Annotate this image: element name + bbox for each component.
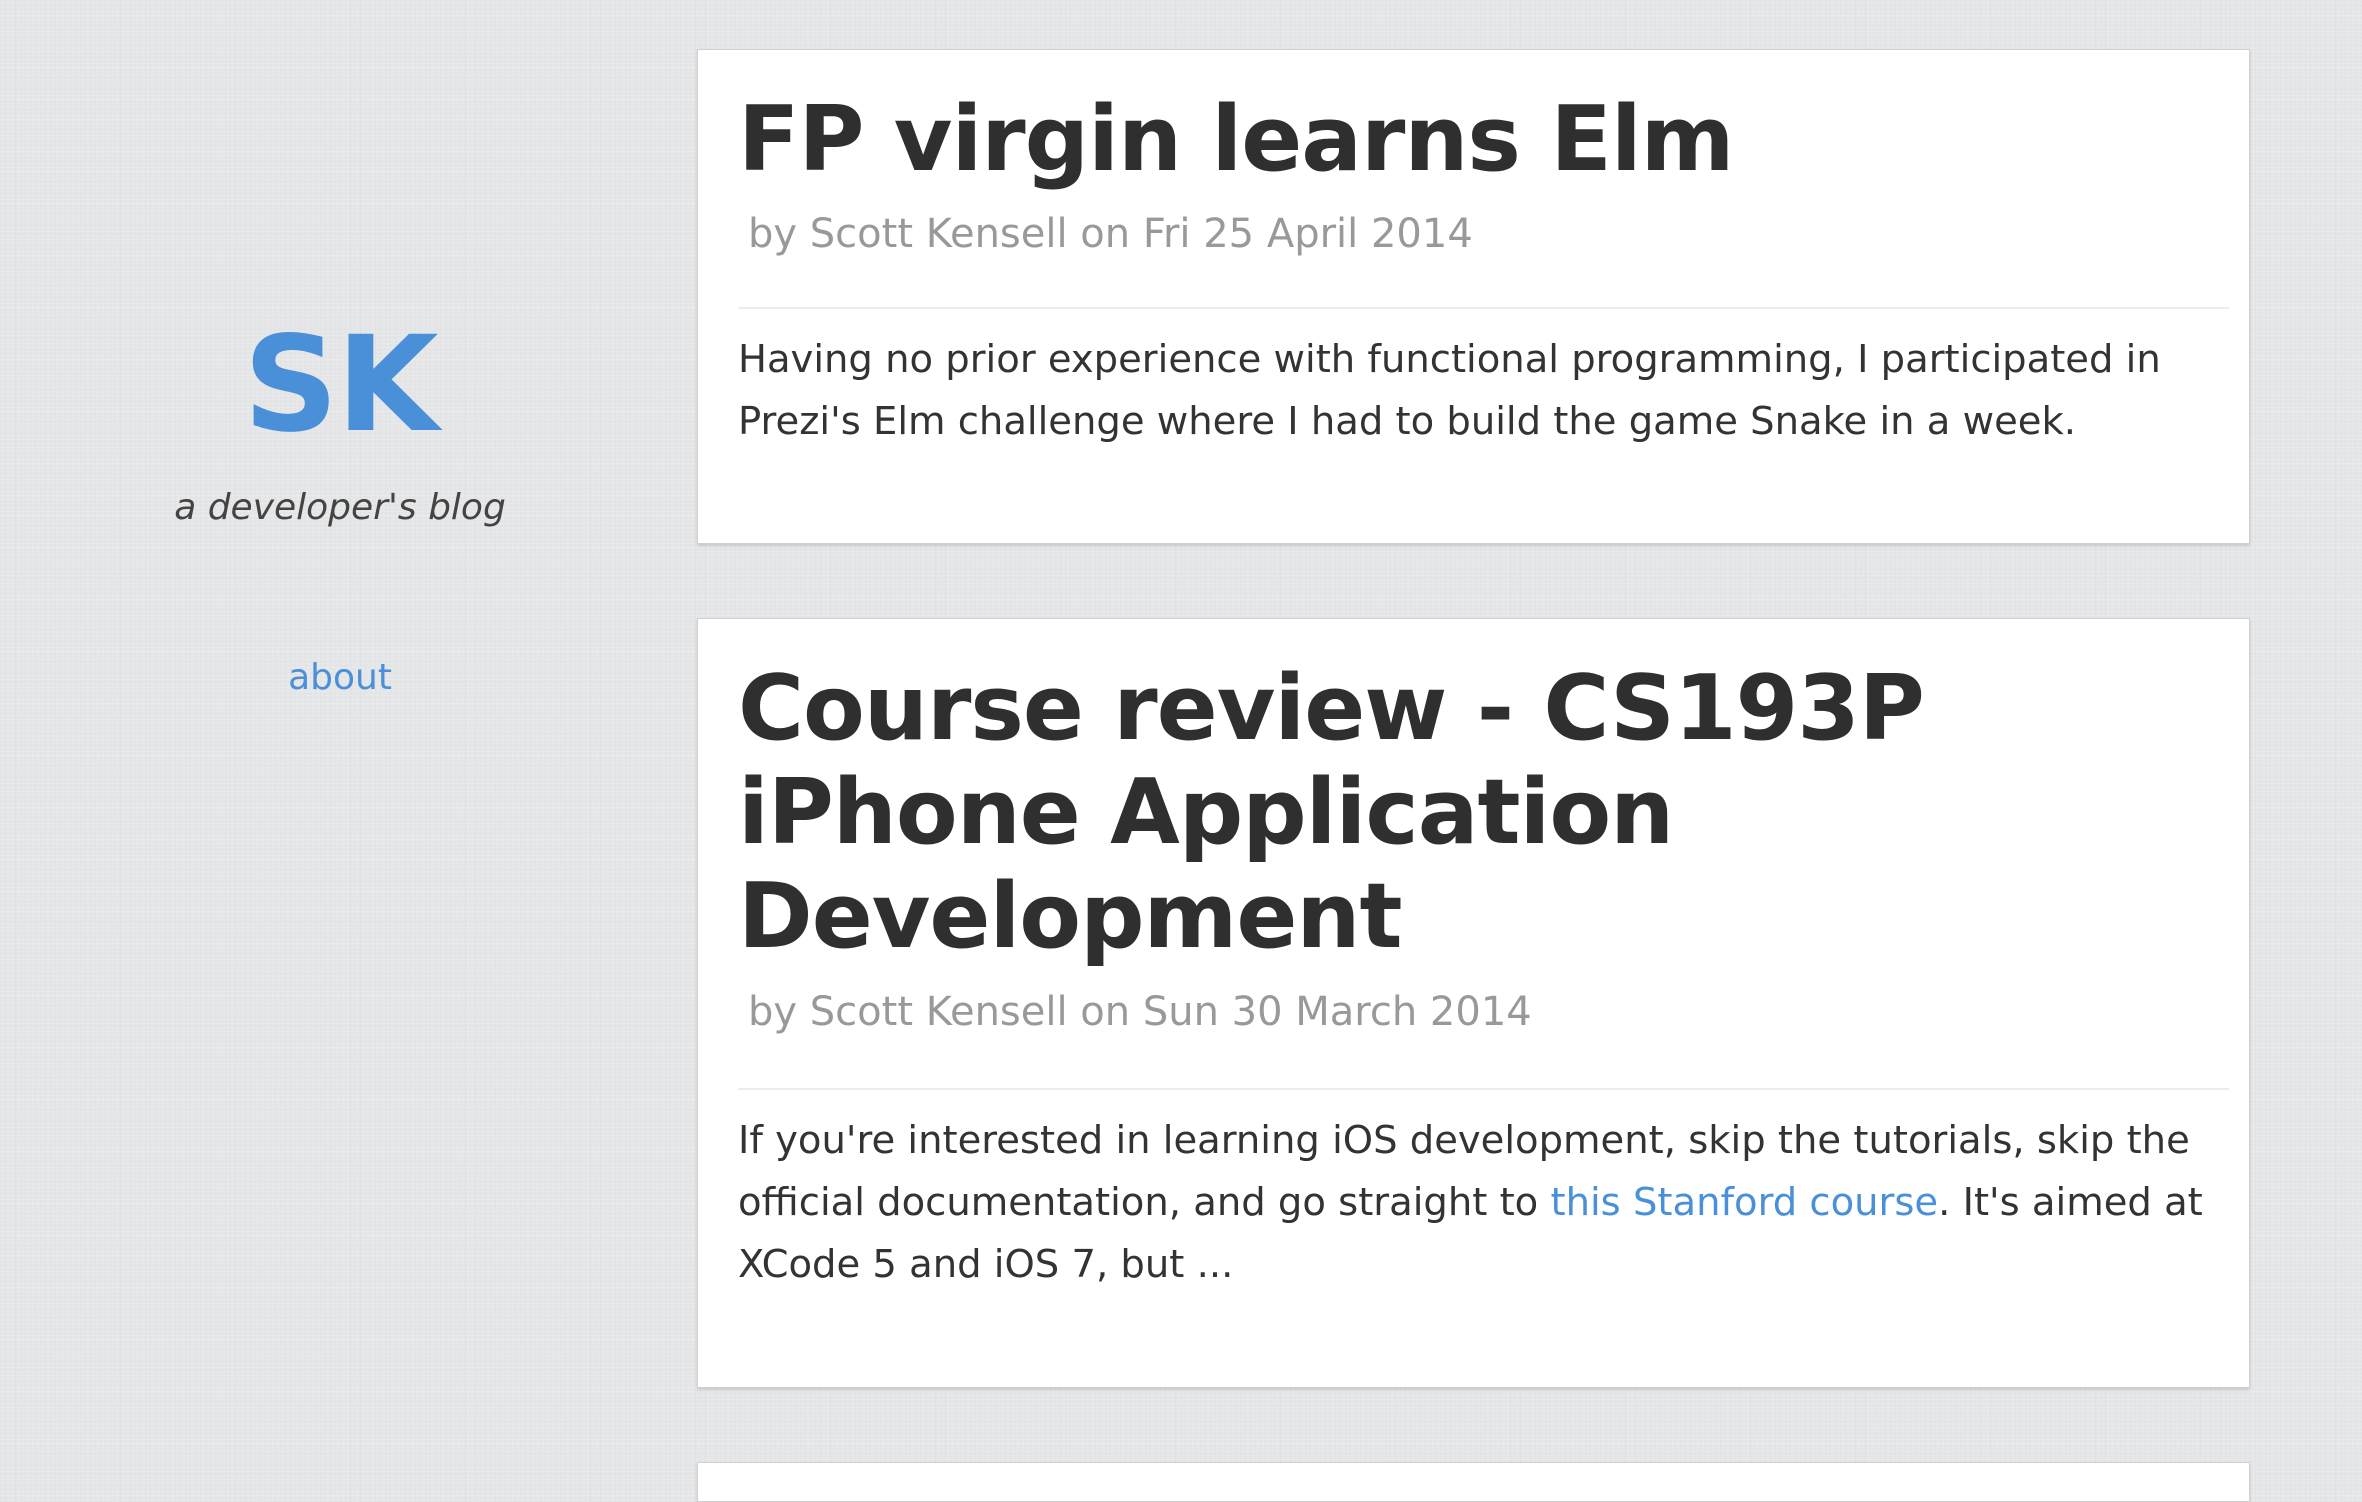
post-excerpt: If you're interested in learning iOS dev… — [738, 1110, 2218, 1296]
nav-link-about[interactable]: about — [0, 648, 680, 708]
sidebar: SK a developer's blog about — [0, 0, 680, 1480]
post-divider — [738, 1088, 2229, 1090]
post-card: FP virgin learns Elm by Scott Kensell on… — [697, 49, 2250, 544]
site-logo[interactable]: SK — [0, 300, 680, 470]
stanford-course-link[interactable]: this Stanford course — [1550, 1180, 1938, 1225]
post-byline: by Scott Kensell on Fri 25 April 2014 — [748, 211, 1473, 257]
post-title[interactable]: Course review - CS193P iPhone Applicatio… — [738, 657, 2118, 969]
post-excerpt: Having no prior experience with function… — [738, 337, 2161, 444]
post-divider — [738, 307, 2229, 309]
site-tagline: a developer's blog — [174, 487, 506, 528]
post-card: Course review - CS193P iPhone Applicatio… — [697, 618, 2250, 1388]
post-title[interactable]: FP virgin learns Elm — [738, 88, 2118, 192]
post-card — [697, 1462, 2250, 1502]
post-byline: by Scott Kensell on Sun 30 March 2014 — [748, 989, 1532, 1035]
